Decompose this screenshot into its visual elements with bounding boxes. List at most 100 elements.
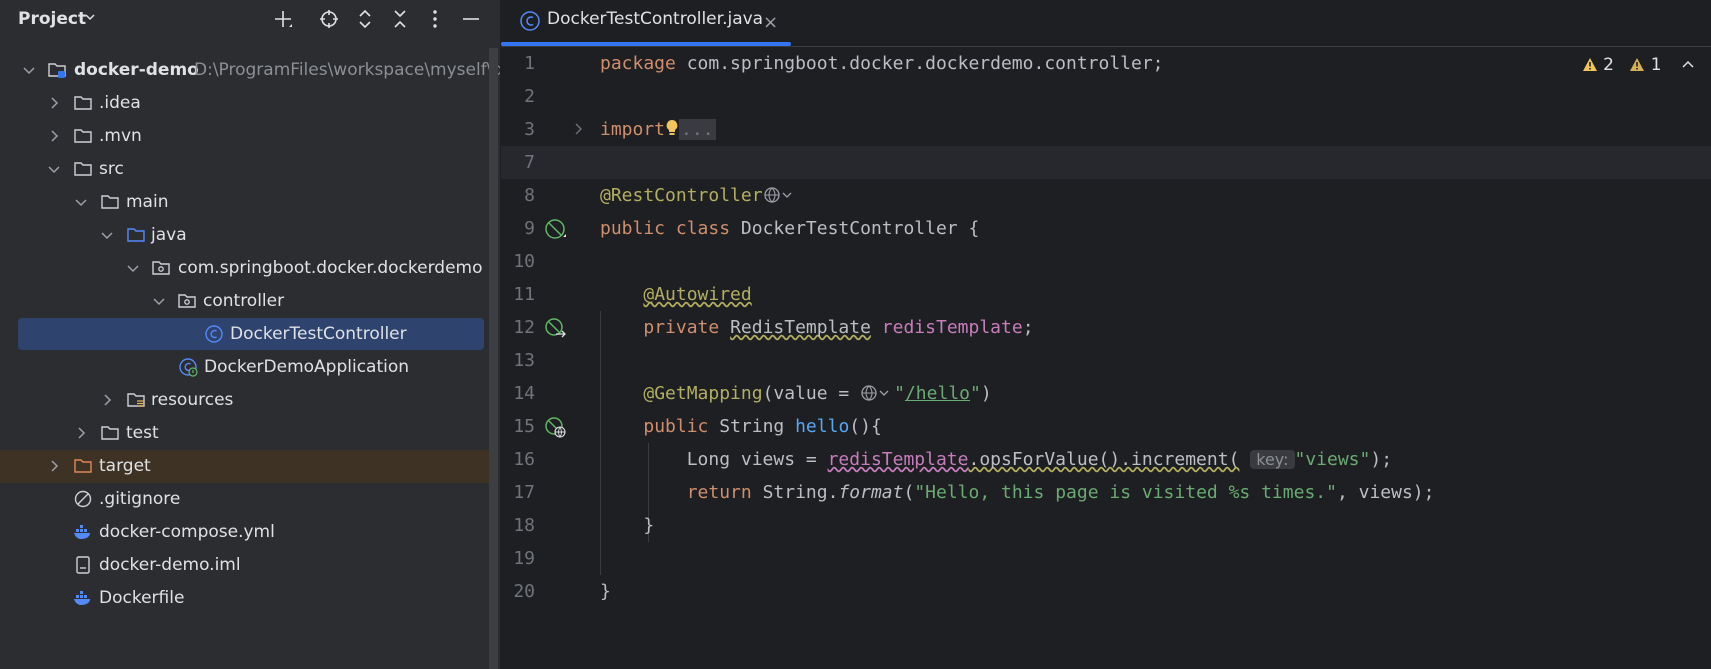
fold-expand-icon[interactable] (573, 122, 585, 136)
keyword: import (600, 119, 666, 140)
code-line: 14 @GetMapping(value = "/hello") (501, 377, 1711, 410)
url-path-link[interactable]: /hello (905, 383, 970, 404)
folder-icon (74, 129, 92, 143)
locate-icon[interactable] (318, 8, 340, 30)
keyword: public (643, 416, 709, 437)
class-icon (205, 325, 223, 343)
code-text: Long views = redisTemplate.opsForValue()… (600, 449, 1392, 470)
globe-icon[interactable] (860, 384, 894, 402)
line-number: 8 (524, 185, 535, 206)
tree-item-test[interactable]: test (0, 417, 500, 450)
tree-item-docker-demo[interactable]: docker-demo D:\ProgramFiles\workspace\my… (0, 54, 500, 87)
chevron-down-icon[interactable] (74, 195, 88, 209)
endpoint-icon[interactable] (544, 416, 566, 438)
tree-item-target[interactable]: target (0, 450, 490, 483)
chevron-down-icon[interactable] (84, 11, 96, 23)
tab-label: DockerTestController.java (547, 9, 764, 29)
code-text: public class DockerTestController { (600, 218, 979, 239)
keyword: private (643, 317, 720, 338)
chevron-right-icon[interactable] (47, 129, 61, 143)
tree-item-controller[interactable]: controller (0, 285, 500, 318)
line-number: 1 (524, 53, 535, 74)
chevron-down-icon[interactable] (126, 261, 140, 275)
tree-item-resources[interactable]: resources (0, 384, 500, 417)
code-line: 3 import... (501, 113, 1711, 146)
code-text: @GetMapping(value = "/hello") (600, 383, 991, 404)
parameter-hint: key: (1250, 450, 1295, 469)
chevron-down-icon[interactable] (152, 294, 166, 308)
new-file-icon[interactable] (272, 8, 294, 30)
resources-folder-icon (127, 393, 145, 407)
chevron-down-icon[interactable] (47, 162, 61, 176)
gitignore-icon (74, 490, 92, 508)
line-number: 17 (513, 482, 535, 503)
line-number: 11 (513, 284, 535, 305)
code-fragment: } (600, 581, 611, 602)
class-icon (520, 11, 540, 31)
tree-item-label: .mvn (99, 126, 142, 146)
folder-icon (101, 426, 119, 440)
tree-item-label: src (99, 159, 124, 179)
project-title[interactable]: Project (18, 9, 86, 29)
method-name: hello (795, 416, 850, 437)
collapse-all-icon[interactable] (389, 8, 411, 30)
options-menu-icon[interactable] (424, 8, 446, 30)
close-icon[interactable]: × (763, 12, 778, 33)
code-line: 1 package com.springboot.docker.dockerde… (501, 47, 1711, 80)
line-number: 13 (513, 350, 535, 371)
project-header: Project (0, 0, 500, 38)
code-line: 8 @RestController (501, 179, 1711, 212)
code-text: } (600, 581, 611, 602)
tree-item-label: docker-compose.yml (99, 522, 275, 542)
chevron-right-icon[interactable] (74, 426, 88, 440)
expand-all-icon[interactable] (354, 8, 376, 30)
globe-icon[interactable] (763, 186, 793, 204)
folder-icon (74, 162, 92, 176)
tab-dockertestcontroller[interactable]: DockerTestController.java × (501, 0, 791, 46)
chevron-right-icon[interactable] (47, 459, 61, 473)
string-literal: " (970, 383, 981, 404)
tree-item-src[interactable]: src (0, 153, 500, 186)
tree-item-label: docker-demo (74, 60, 199, 80)
code-fragment: } (643, 515, 655, 536)
tree-item-idea[interactable]: .idea (0, 87, 500, 120)
code-line: 17 return String.format("Hello, this pag… (501, 476, 1711, 509)
code-editor[interactable]: 2 1 1 package com.springboot.docker.dock… (501, 47, 1711, 669)
chevron-down-icon[interactable] (22, 63, 36, 77)
hide-icon[interactable] (460, 8, 482, 30)
line-number: 2 (524, 86, 535, 107)
tree-item-package[interactable]: com.springboot.docker.dockerdemo (0, 252, 500, 285)
code-fragment: (){ (849, 416, 882, 437)
code-line: 15 public String hello(){ (501, 410, 1711, 443)
line-number: 9 (524, 218, 535, 239)
tree-item-java[interactable]: java (0, 219, 500, 252)
line-number: 3 (524, 119, 535, 140)
tree-item-docker-compose[interactable]: docker-compose.yml (0, 516, 500, 549)
tree-item-label: .gitignore (99, 489, 181, 509)
tree-item-dockerdemoapplication[interactable]: DockerDemoApplication (0, 351, 500, 384)
tree-item-docker-demo-iml[interactable]: docker-demo.iml (0, 549, 500, 582)
chevron-right-icon[interactable] (100, 393, 114, 407)
annotation: @RestController (600, 185, 763, 206)
sidebar-scrollbar[interactable] (489, 48, 498, 669)
tree-item-gitignore[interactable]: .gitignore (0, 483, 500, 516)
code-line-current: 7 (501, 146, 1711, 179)
string-literal: " (894, 383, 905, 404)
tree-item-mvn[interactable]: .mvn (0, 120, 500, 153)
tree-item-label: DockerTestController (230, 324, 407, 344)
folded-imports[interactable]: ... (679, 119, 716, 140)
navigate-to-bean-icon[interactable] (544, 317, 566, 339)
chevron-right-icon[interactable] (47, 96, 61, 110)
line-number: 19 (513, 548, 535, 569)
code-text: private RedisTemplate redisTemplate; (600, 317, 1033, 338)
tree-item-dockerfile[interactable]: Dockerfile (0, 582, 500, 615)
tree-item-dockertestcontroller[interactable]: DockerTestController (0, 318, 500, 351)
lightbulb-icon[interactable] (665, 119, 679, 137)
string-literal: "views" (1294, 449, 1371, 470)
tree-item-main[interactable]: main (0, 186, 500, 219)
code-fragment: .opsForValue().increment( (968, 449, 1240, 470)
chevron-down-icon[interactable] (100, 228, 114, 242)
line-number: 14 (513, 383, 535, 404)
bean-disabled-icon[interactable] (544, 218, 566, 240)
field-name: redisTemplate (881, 317, 1023, 338)
